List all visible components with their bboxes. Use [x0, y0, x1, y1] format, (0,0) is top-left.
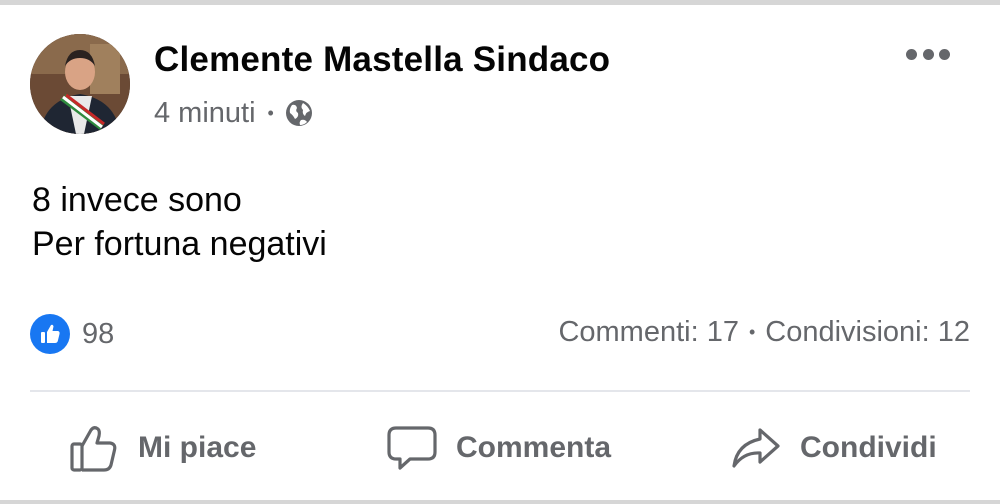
share-count[interactable]: Condivisioni: 12 [765, 316, 970, 349]
engagement-counts: Commenti: 17 • Condivisioni: 12 [558, 316, 970, 349]
post-meta: 4 minuti • [154, 96, 314, 130]
thumbs-up-icon [70, 426, 117, 472]
author-name[interactable]: Clemente Mastella Sindaco [154, 40, 610, 80]
post-header: Clemente Mastella Sindaco 4 minuti • [30, 34, 970, 136]
like-icon [30, 314, 70, 354]
reaction-summary[interactable]: 98 [30, 314, 114, 354]
comment-button[interactable]: Commenta [386, 408, 611, 488]
meta-separator: • [267, 102, 274, 123]
divider [30, 390, 970, 392]
post-text-line: 8 invece sono [32, 181, 242, 219]
share-button[interactable]: Condividi [730, 408, 937, 488]
more-options-icon[interactable] [906, 46, 950, 62]
post-text-line: Per fortuna negativi [32, 225, 327, 263]
like-button[interactable]: Mi piace [68, 408, 256, 488]
post-text: 8 invece sono Per fortuna negativi [32, 178, 327, 266]
comment-count[interactable]: Commenti: 17 [558, 316, 739, 349]
comment-label: Commenta [456, 431, 612, 464]
avatar-photo [30, 34, 130, 134]
top-border [0, 0, 1000, 5]
timestamp[interactable]: 4 minuti [154, 97, 256, 130]
reaction-count: 98 [82, 317, 115, 350]
avatar[interactable] [30, 34, 130, 134]
action-bar: Mi piace Commenta Condividi [30, 408, 970, 488]
comment-bubble-icon [387, 426, 437, 470]
share-arrow-icon [732, 428, 780, 468]
stats-separator: • [748, 322, 756, 342]
bottom-border [0, 500, 1000, 504]
globe-icon [284, 98, 314, 128]
share-label: Condividi [800, 431, 937, 464]
post-stats: 98 Commenti: 17 • Condivisioni: 12 [30, 310, 970, 356]
like-label: Mi piace [138, 431, 257, 464]
